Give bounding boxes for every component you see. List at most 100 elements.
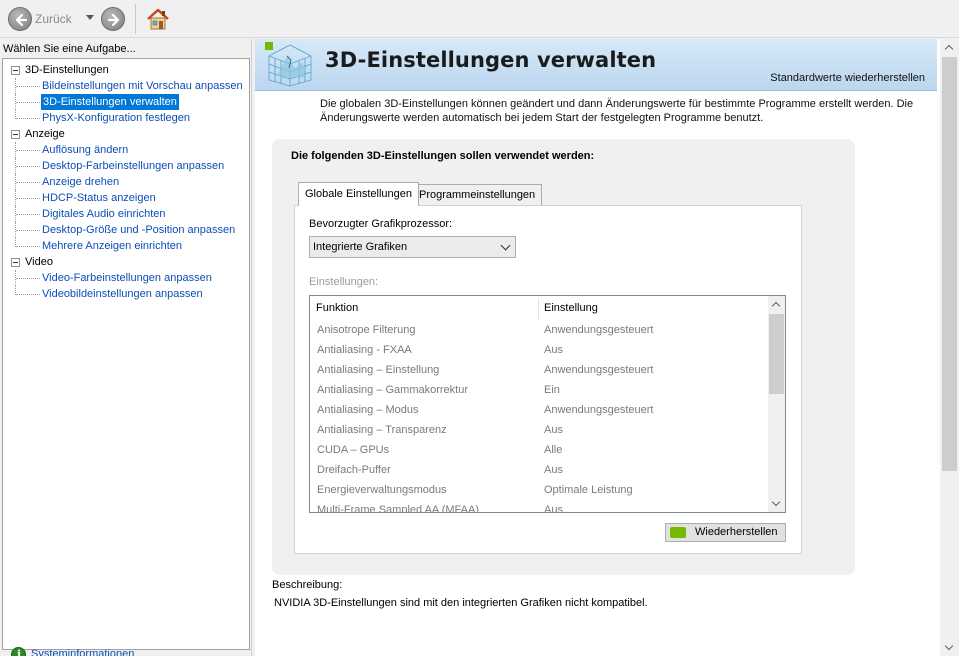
back-button[interactable] (8, 7, 32, 31)
table-row[interactable]: Antialiasing - FXAA Aus (310, 340, 770, 360)
tree-item-label[interactable]: Desktop-Farbeinstellungen anpassen (42, 158, 224, 174)
scroll-up-icon[interactable] (771, 301, 781, 311)
tree-category-label[interactable]: 3D-Einstellungen (25, 62, 109, 78)
tree-category-label[interactable]: Video (25, 254, 53, 270)
setting-value[interactable]: Aus (544, 500, 563, 512)
tree-item-label[interactable]: Mehrere Anzeigen einrichten (42, 238, 182, 254)
tree-category[interactable]: 3D-Einstellungen (3, 62, 249, 78)
setting-value[interactable]: Ein (544, 380, 560, 400)
setting-value[interactable]: Aus (544, 420, 563, 440)
setting-value[interactable]: Optimale Leistung (544, 480, 633, 500)
forward-button[interactable] (101, 7, 125, 31)
table-row[interactable]: Anisotrope Filterung Anwendungsgesteuert (310, 320, 770, 340)
toolbar: Zurück (0, 0, 959, 38)
tree-item[interactable]: 3D-Einstellungen verwalten (3, 94, 249, 110)
tree-category-label[interactable]: Anzeige (25, 126, 65, 142)
setting-function: Antialiasing - FXAA (317, 344, 412, 356)
table-row[interactable]: Multi-Frame Sampled AA (MFAA) Aus (310, 500, 770, 512)
tree-item-label[interactable]: Anzeige drehen (42, 174, 119, 190)
tree-connector (16, 86, 40, 87)
history-dropdown-icon[interactable] (86, 15, 94, 20)
tree-item[interactable]: Desktop-Farbeinstellungen anpassen (3, 158, 249, 174)
collapse-icon[interactable] (11, 130, 20, 139)
setting-value[interactable]: Anwendungsgesteuert (544, 360, 653, 380)
column-divider[interactable] (538, 298, 539, 320)
scroll-up-icon[interactable] (944, 44, 954, 54)
tree-item-label[interactable]: Video-Farbeinstellungen anpassen (42, 270, 212, 286)
info-icon (11, 647, 26, 656)
content-scrollbar[interactable] (940, 39, 959, 656)
table-row[interactable]: Antialiasing – Einstellung Anwendungsgest… (310, 360, 770, 380)
nvidia-control-panel: Zurück Wählen Sie eine Aufgabe... 3D-Ein… (0, 0, 959, 656)
tree-item[interactable]: Videobildeinstellungen anpassen (3, 286, 249, 302)
column-header-function[interactable]: Funktion (316, 296, 358, 320)
setting-value[interactable]: Aus (544, 340, 563, 360)
settings-table[interactable]: Funktion Einstellung Anisotrope Filterun… (309, 295, 786, 513)
scroll-down-icon[interactable] (944, 641, 954, 651)
setting-function: Antialiasing – Transparenz (317, 424, 447, 436)
tree-item-label[interactable]: HDCP-Status anzeigen (42, 190, 156, 206)
setting-value[interactable]: Aus (544, 460, 563, 480)
tree-item[interactable]: Video-Farbeinstellungen anpassen (3, 270, 249, 286)
collapse-icon[interactable] (11, 258, 20, 267)
card-heading: Die folgenden 3D-Einstellungen sollen ve… (291, 150, 595, 162)
back-label[interactable]: Zurück (35, 12, 72, 26)
intro-text: Die globalen 3D-Einstellungen können geä… (320, 98, 914, 124)
column-header-setting[interactable]: Einstellung (544, 296, 598, 320)
table-row[interactable]: Energieverwaltungsmodus Optimale Leistung (310, 480, 770, 500)
table-row[interactable]: Antialiasing – Gammakorrektur Ein (310, 380, 770, 400)
tree-item[interactable]: Digitales Audio einrichten (3, 206, 249, 222)
task-panel: Wählen Sie eine Aufgabe... 3D-Einstellun… (0, 39, 251, 656)
chevron-down-icon (500, 240, 511, 251)
tree-item[interactable]: HDCP-Status anzeigen (3, 190, 249, 206)
collapse-icon[interactable] (11, 66, 20, 75)
tree-item-label[interactable]: Desktop-Größe und -Position anpassen (42, 222, 235, 238)
tree-connector (16, 182, 40, 183)
setting-value[interactable]: Anwendungsgesteuert (544, 400, 653, 420)
scroll-thumb[interactable] (942, 57, 957, 471)
task-label: Wählen Sie eine Aufgabe... (3, 43, 136, 55)
setting-function: CUDA – GPUs (317, 444, 390, 456)
restore-button[interactable]: Wiederherstellen (665, 523, 786, 542)
tab-global-settings[interactable]: Globale Einstellungen (298, 182, 420, 206)
restore-defaults-link[interactable]: Standardwerte wiederherstellen (770, 72, 925, 84)
settings-label: Einstellungen: (309, 276, 379, 288)
tree-item[interactable]: Mehrere Anzeigen einrichten (3, 238, 249, 254)
scroll-thumb[interactable] (769, 314, 784, 394)
tree-category[interactable]: Anzeige (3, 126, 249, 142)
gpu-select[interactable]: Integrierte Grafiken (309, 236, 516, 258)
tree-item-label[interactable]: PhysX-Konfiguration festlegen (42, 110, 190, 126)
task-tree[interactable]: 3D-Einstellungen Bildeinstellungen mit Vo… (2, 58, 250, 656)
description-text: NVIDIA 3D-Einstellungen sind mit den int… (274, 597, 648, 609)
tree-category[interactable]: Video (3, 254, 249, 270)
tree-item[interactable]: Desktop-Größe und -Position anpassen (3, 222, 249, 238)
tree-connector (16, 150, 40, 151)
arrow-left-icon (15, 13, 28, 27)
tree-item[interactable]: Auflösung ändern (3, 142, 249, 158)
table-row[interactable]: Antialiasing – Modus Anwendungsgesteuert (310, 400, 770, 420)
scroll-down-icon[interactable] (771, 497, 781, 507)
tree-item[interactable]: Bildeinstellungen mit Vorschau anpassen (3, 78, 249, 94)
tree-item-label[interactable]: Videobildeinstellungen anpassen (42, 286, 203, 302)
tree-connector (16, 214, 40, 215)
tree-item-selected[interactable]: 3D-Einstellungen verwalten (41, 94, 179, 110)
description-label: Beschreibung: (272, 579, 343, 591)
tree-item[interactable]: PhysX-Konfiguration festlegen (3, 110, 249, 126)
home-button[interactable] (145, 6, 171, 32)
nvidia-icon (670, 527, 686, 538)
setting-value[interactable]: Anwendungsgesteuert (544, 320, 653, 340)
tree-connector (16, 118, 40, 119)
table-row[interactable]: Dreifach-Puffer Aus (310, 460, 770, 480)
tree-item-label[interactable]: Bildeinstellungen mit Vorschau anpassen (42, 78, 243, 94)
table-row[interactable]: CUDA – GPUs Alle (310, 440, 770, 460)
global-settings-panel: Bevorzugter Grafikprozessor: Integrierte… (294, 205, 802, 554)
table-scrollbar[interactable] (768, 296, 785, 512)
tab-program-settings[interactable]: Programmeinstellungen (412, 184, 543, 205)
tree-item[interactable]: Anzeige drehen (3, 174, 249, 190)
tree-item-label[interactable]: Auflösung ändern (42, 142, 128, 158)
tree-item-label[interactable]: Digitales Audio einrichten (42, 206, 166, 222)
system-info-label[interactable]: Systeminformationen (31, 648, 134, 656)
setting-value[interactable]: Alle (544, 440, 562, 460)
table-row[interactable]: Antialiasing – Transparenz Aus (310, 420, 770, 440)
content-panel: 3D-Einstellungen verwalten Standardwerte… (255, 39, 959, 656)
